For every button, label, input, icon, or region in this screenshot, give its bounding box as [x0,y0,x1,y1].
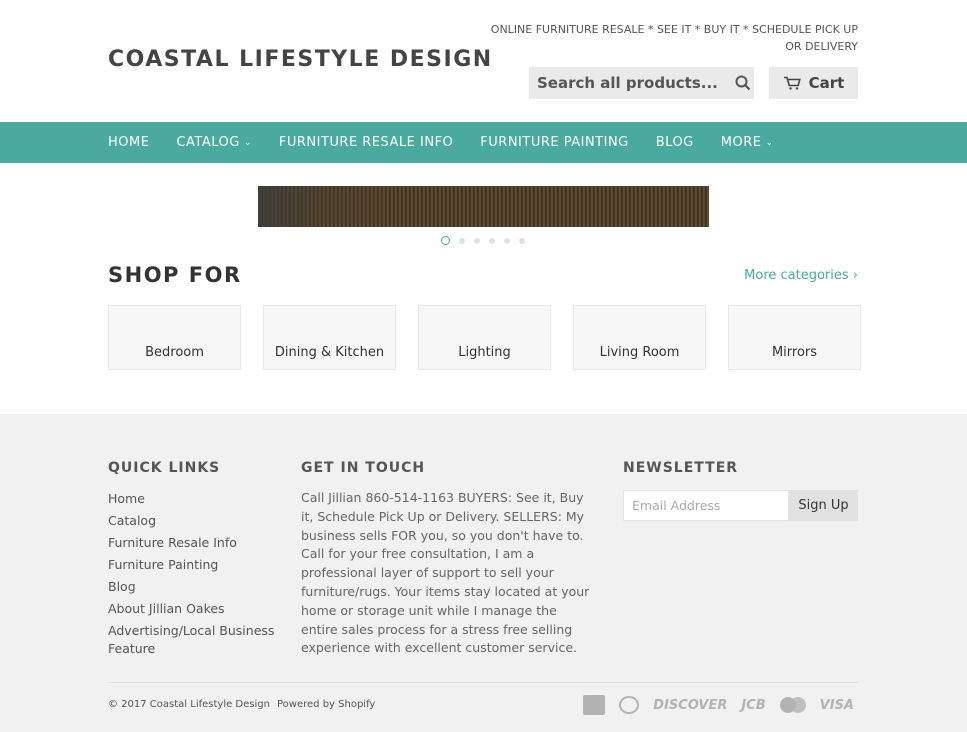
site-header: COASTAL LIFESTYLE DESIGN ONLINE FURNITUR… [0,0,967,122]
nav-item-catalog[interactable]: CATALOG ⌄ [176,135,251,150]
main-nav: HOME CATALOG ⌄ FURNITURE RESALE INFO FURN… [0,122,967,163]
category-dining-kitchen[interactable]: Dining & Kitchen [263,305,396,370]
search-icon [735,75,750,91]
search-input[interactable] [529,67,731,99]
shop-for-heading: SHOP FOR [108,263,242,287]
nav-label: CATALOG [176,135,240,150]
discover-icon: DISCOVER [653,697,728,713]
slider-dot[interactable] [459,237,465,244]
nav-label: HOME [108,135,150,150]
diners-club-icon [619,696,640,714]
category-bedroom[interactable]: Bedroom [108,305,241,370]
footer-divider [108,682,858,683]
sign-up-button[interactable]: Sign Up [789,490,858,521]
nav-label: FURNITURE PAINTING [480,135,629,150]
copyright-text: © 2017 Coastal Lifestyle Design [108,699,270,710]
email-field[interactable] [623,490,789,521]
footer-link-furniture-resale-info[interactable]: Furniture Resale Info [108,534,278,552]
chevron-down-icon: ⌄ [765,137,774,148]
nav-label: BLOG [655,135,694,150]
quick-links-list: Home Catalog Furniture Resale Info Furni… [108,490,278,662]
powered-by-link[interactable]: Powered by Shopify [277,699,375,710]
quick-links-heading: QUICK LINKS [108,460,221,476]
footer-link-home[interactable]: Home [108,490,278,508]
amex-icon [583,695,606,715]
footer-link-about[interactable]: About Jillian Oakes [108,600,278,618]
newsletter-heading: NEWSLETTER [623,460,739,476]
slider-dot[interactable] [474,237,480,244]
slider-dot[interactable] [489,237,495,244]
cart-icon [783,76,801,90]
contact-text: Call Jillian 860-514-1163 BUYERS: See it… [301,490,590,656]
more-categories-link[interactable]: More categories › [744,268,858,283]
nav-item-more[interactable]: MORE ⌄ [721,135,774,150]
site-tagline: ONLINE FURNITURE RESALE * SEE IT * BUY I… [490,23,858,53]
footer-link-furniture-painting[interactable]: Furniture Painting [108,556,278,574]
footer-link-advertising[interactable]: Advertising/Local Business Feature [108,622,278,658]
slider-dots [441,236,525,245]
nav-label: MORE [720,135,762,150]
slider-dot[interactable] [441,236,450,245]
category-lighting[interactable]: Lighting [418,305,551,370]
site-logo[interactable]: COASTAL LIFESTYLE DESIGN [108,47,493,72]
get-in-touch-heading: GET IN TOUCH [301,460,426,476]
nav-item-blog[interactable]: BLOG [656,135,694,150]
cart-button[interactable]: Cart [769,67,858,99]
category-list: Bedroom Dining & Kitchen Lighting Living… [108,305,861,370]
nav-item-home[interactable]: HOME [108,135,149,150]
visa-icon: VISA [819,697,854,713]
mastercard-icon [779,697,806,713]
search-button[interactable] [731,67,754,99]
footer-link-catalog[interactable]: Catalog [108,512,278,530]
hero-slide-image[interactable] [258,186,709,227]
payment-icons: DISCOVER JCB VISA [583,695,854,715]
category-living-room[interactable]: Living Room [573,305,706,370]
slider-dot[interactable] [519,237,525,244]
jcb-icon: JCB [741,697,766,713]
footer-link-blog[interactable]: Blog [108,578,278,596]
nav-item-furniture-painting[interactable]: FURNITURE PAINTING [480,135,628,150]
search-form [529,67,754,99]
nav-item-furniture-resale-info[interactable]: FURNITURE RESALE INFO [279,135,453,150]
category-mirrors[interactable]: Mirrors [728,305,861,370]
slider-dot[interactable] [504,237,510,244]
nav-label: FURNITURE RESALE INFO [278,135,454,150]
chevron-down-icon: ⌄ [243,137,252,148]
cart-label: Cart [808,74,845,92]
site-footer: QUICK LINKS Home Catalog Furniture Resal… [0,414,967,732]
